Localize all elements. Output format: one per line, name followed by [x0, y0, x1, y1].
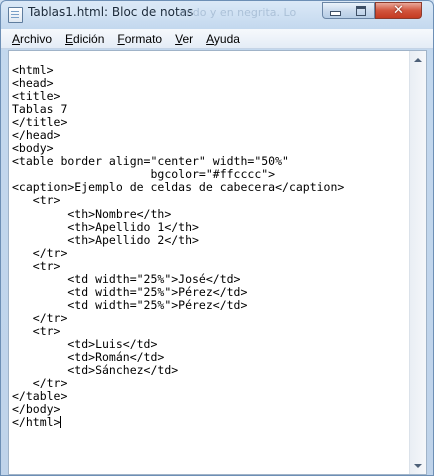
text-line: <head> — [12, 76, 54, 91]
scroll-down-button[interactable] — [410, 457, 426, 474]
text-line: </title> — [12, 115, 68, 130]
arrow-down-icon — [414, 463, 422, 468]
text-line: <td width="25%">Pérez</td> — [12, 284, 248, 299]
text-line: <html> — [12, 63, 54, 77]
notepad-icon[interactable] — [8, 7, 23, 23]
menu-ayuda[interactable]: Ayuda — [200, 32, 247, 46]
minimize-button[interactable] — [322, 2, 349, 19]
maximize-button[interactable] — [348, 2, 375, 19]
maximize-icon — [356, 5, 366, 16]
menu-ayuda-label: yuda — [213, 31, 240, 46]
close-button[interactable]: ✕ — [375, 2, 422, 19]
menu-formato-mnemonic: F — [117, 31, 125, 46]
text-caret — [60, 416, 62, 429]
title-bar[interactable]: Tablas1.html: Bloc de notas ando y en ne… — [1, 1, 433, 29]
scroll-up-button[interactable] — [410, 51, 426, 68]
minimize-icon — [330, 11, 341, 16]
text-line: <th>Apellido 1</th> — [12, 219, 199, 234]
text-line: </table> — [12, 389, 68, 404]
menu-formato-label: ormato — [124, 31, 163, 46]
menu-ayuda-mnemonic: A — [206, 31, 214, 46]
close-icon: ✕ — [393, 3, 404, 18]
vertical-scrollbar[interactable] — [409, 51, 426, 474]
menu-formato[interactable]: Formato — [111, 32, 169, 46]
menu-edicion-mnemonic: E — [65, 31, 74, 46]
text-line: </tr> — [12, 310, 68, 325]
text-line: <th>Apellido 2</th> — [12, 232, 199, 247]
menu-archivo-mnemonic: A — [12, 31, 21, 46]
text-editor[interactable]: <html> <head> <title> Tablas 7 </title> </hea… — [8, 50, 427, 475]
menu-edicion[interactable]: Edición — [59, 32, 111, 46]
menu-ver-label: er — [182, 31, 194, 46]
arrow-up-icon — [414, 57, 422, 62]
text-line: <caption>Ejemplo de celdas de cabecera</… — [12, 180, 345, 195]
text-line: </head> — [12, 128, 61, 143]
document-text[interactable]: <html> <head> <title> Tablas 7 </title> </hea… — [12, 63, 345, 430]
notepad-window: Tablas1.html: Bloc de notas ando y en ne… — [0, 0, 434, 476]
menu-archivo-label: rchivo — [20, 31, 53, 46]
background-window-text: ando y en negrita. Lo — [179, 6, 297, 19]
text-line: <tr> — [12, 193, 61, 208]
text-line: <td width="25%">José</td> — [12, 271, 241, 286]
text-line: </tr> — [12, 245, 68, 260]
window-title: Tablas1.html: Bloc de notas — [28, 5, 194, 19]
text-line: <th>Nombre</th> — [12, 206, 172, 221]
menu-edicion-label: dición — [73, 31, 105, 46]
text-line: <td width="25%">Pérez</td> — [12, 297, 248, 312]
text-line: <tr> — [12, 258, 61, 273]
menu-ver[interactable]: Ver — [169, 32, 200, 46]
menu-bar: Archivo Edición Formato Ver Ayuda — [1, 29, 433, 49]
menu-archivo[interactable]: Archivo — [6, 32, 59, 46]
text-line: </body> — [12, 402, 61, 417]
text-line: </html> — [12, 415, 62, 430]
